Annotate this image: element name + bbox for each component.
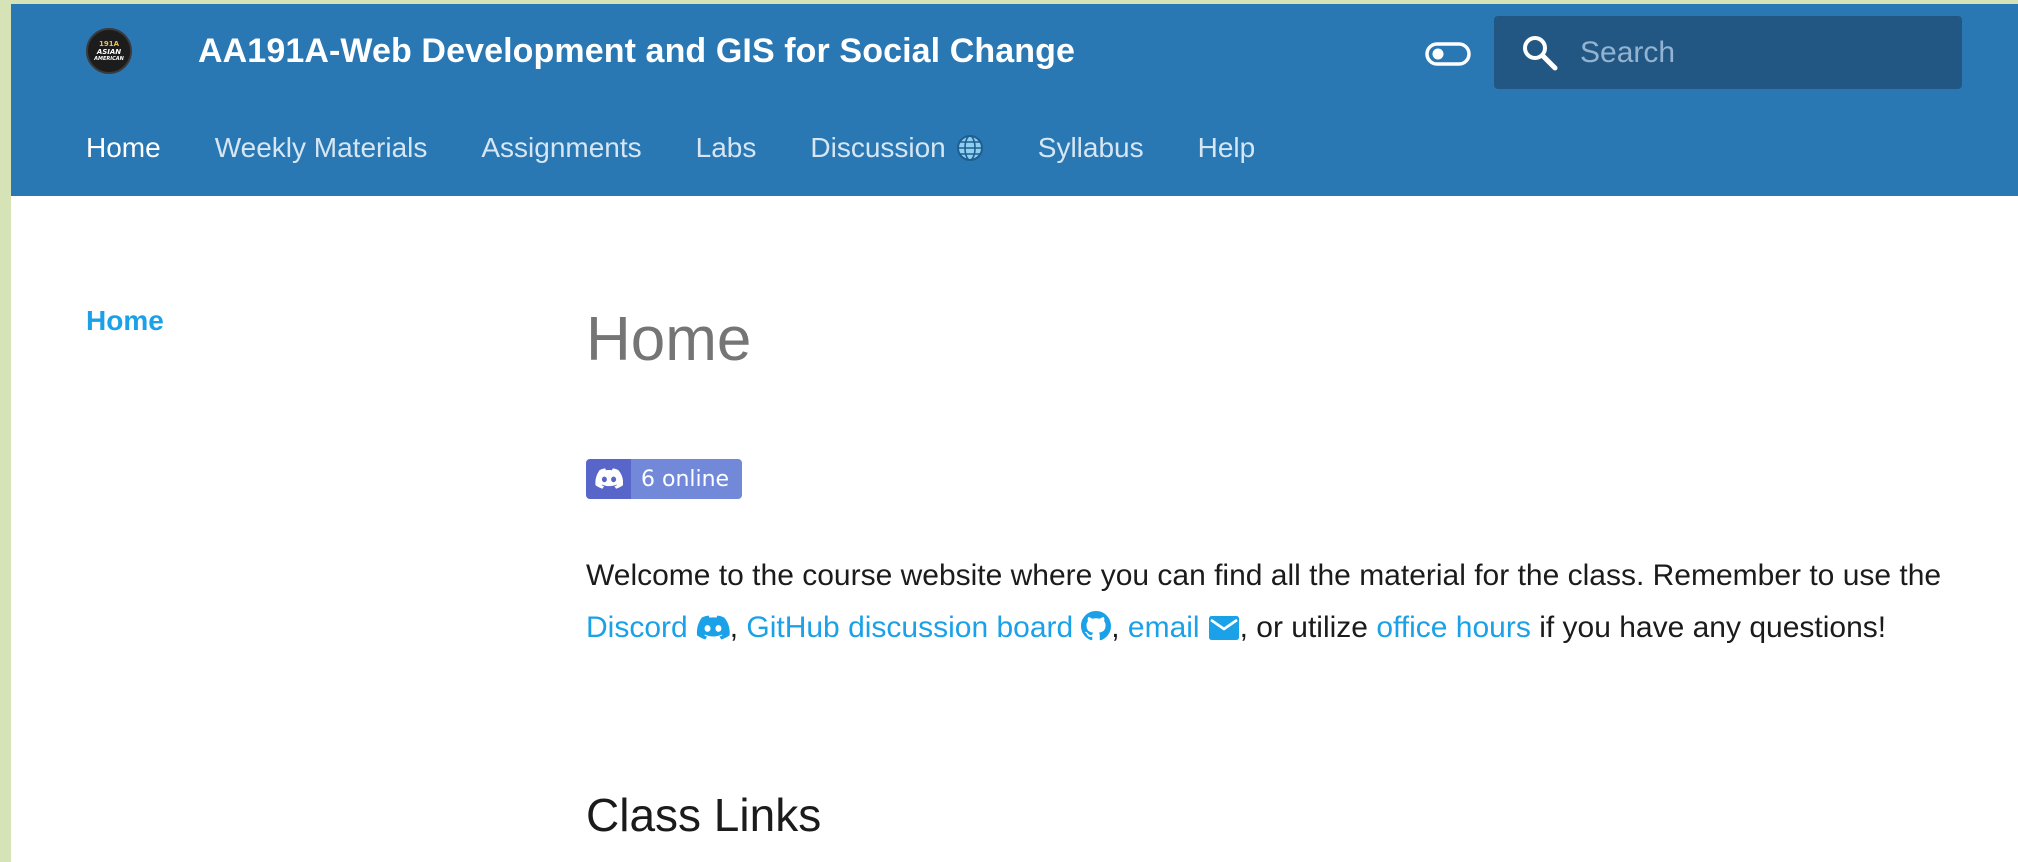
theme-toggle-icon[interactable] <box>1425 40 1471 68</box>
discord-online-badge[interactable]: 6 online <box>586 459 743 499</box>
section-title-class-links: Class Links <box>586 789 822 841</box>
top-nav: Home Weekly Materials Assignments Labs D… <box>86 132 1309 164</box>
intro-separator-3: , or utilize <box>1239 611 1377 644</box>
nav-item-assignments[interactable]: Assignments <box>481 132 641 164</box>
discord-icon <box>696 615 730 640</box>
nav-item-label: Syllabus <box>1037 132 1144 163</box>
badge-icon-area <box>586 459 631 499</box>
nav-item-syllabus[interactable]: Syllabus <box>1038 132 1144 164</box>
globe-icon <box>956 135 983 161</box>
search-input[interactable] <box>1578 26 1942 80</box>
nav-item-labs[interactable]: Labs <box>696 132 757 164</box>
nav-item-discussion[interactable]: Discussion <box>810 132 983 164</box>
nav-item-label: Assignments <box>481 132 642 163</box>
office-hours-link[interactable]: office hours <box>1376 611 1531 644</box>
nav-item-label: Discussion <box>810 132 946 163</box>
search-icon <box>1523 36 1558 71</box>
nav-item-weekly-materials[interactable]: Weekly Materials <box>215 132 428 164</box>
discord-link-label: Discord <box>586 611 688 644</box>
github-link-label: GitHub discussion board <box>746 611 1074 644</box>
page-frame: 191A ASIAN AMERICAN AA191A-Web Developme… <box>11 4 2018 862</box>
intro-separator-2: , <box>1111 611 1128 644</box>
logo-text-2: ASIAN <box>96 48 122 56</box>
nav-item-label: Weekly Materials <box>214 132 428 163</box>
envelope-icon <box>1208 616 1239 640</box>
search-box <box>1494 16 1962 89</box>
nav-item-help[interactable]: Help <box>1198 132 1256 164</box>
discord-icon <box>594 468 623 489</box>
site-title[interactable]: AA191A-Web Development and GIS for Socia… <box>198 32 1075 71</box>
email-link[interactable]: email <box>1128 611 1240 644</box>
intro-text-1: Welcome to the course website where you … <box>586 559 1942 592</box>
nav-item-label: Labs <box>695 132 757 163</box>
discord-link[interactable]: Discord <box>586 611 730 644</box>
site-header: 191A ASIAN AMERICAN AA191A-Web Developme… <box>11 4 2018 196</box>
github-discussion-link[interactable]: GitHub discussion board <box>746 611 1112 644</box>
intro-paragraph: Welcome to the course website where you … <box>586 550 1966 654</box>
email-link-label: email <box>1127 611 1200 644</box>
nav-item-label: Help <box>1197 132 1256 163</box>
logo-text-3: AMERICAN <box>94 56 124 62</box>
logo-text-1: 191A <box>98 40 120 48</box>
intro-text-2: if you have any questions! <box>1530 611 1887 644</box>
badge-online-count: 6 online <box>631 459 743 499</box>
intro-separator-1: , <box>729 611 747 644</box>
nav-item-label: Home <box>86 132 161 163</box>
page-title: Home <box>586 305 752 374</box>
course-logo[interactable]: 191A ASIAN AMERICAN <box>86 28 132 74</box>
github-icon <box>1081 611 1112 641</box>
nav-item-home[interactable]: Home <box>86 132 161 164</box>
sidebar-item-home[interactable]: Home <box>86 305 164 337</box>
